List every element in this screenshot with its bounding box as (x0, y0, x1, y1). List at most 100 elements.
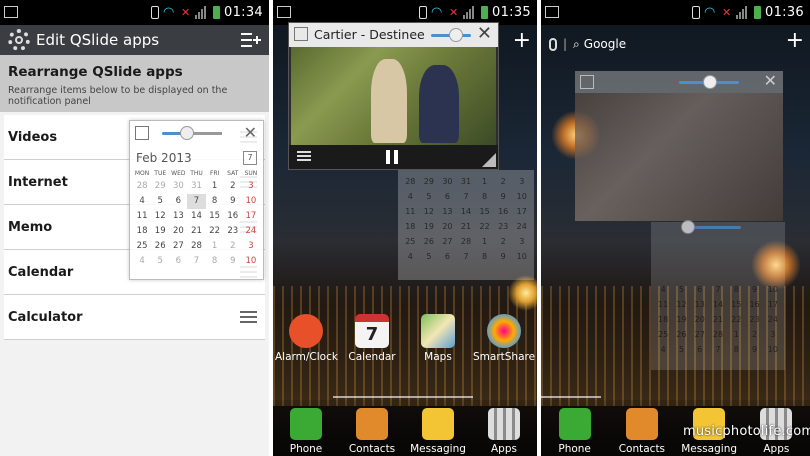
calendar-day[interactable]: 9 (494, 189, 513, 204)
calendar-day[interactable]: 15 (206, 209, 224, 224)
qslide-video-window-transparent[interactable]: ✕ (575, 71, 783, 221)
calendar-day[interactable]: 6 (169, 254, 187, 269)
calendar-day[interactable]: 6 (691, 282, 709, 297)
calendar-day[interactable]: 9 (745, 342, 763, 357)
calendar-day[interactable]: 27 (169, 239, 187, 254)
calendar-day[interactable]: 13 (169, 209, 187, 224)
calendar-day[interactable]: 7 (709, 342, 727, 357)
calendar-day[interactable]: 29 (420, 174, 439, 189)
calendar-day[interactable]: 9 (745, 282, 763, 297)
calendar-day[interactable]: 22 (727, 312, 745, 327)
calendar-day[interactable]: 8 (727, 342, 745, 357)
drag-handle-icon[interactable] (240, 311, 257, 323)
calendar-day[interactable]: 1 (475, 174, 494, 189)
calendar-day[interactable]: 7 (709, 282, 727, 297)
calendar-day[interactable]: 24 (242, 224, 260, 239)
slider-knob[interactable] (449, 28, 463, 42)
calendar-day[interactable]: 1 (206, 239, 224, 254)
app-maps[interactable]: Maps (407, 314, 469, 363)
calendar-day[interactable]: 21 (709, 312, 727, 327)
calendar-day[interactable]: 6 (691, 342, 709, 357)
calendar-day[interactable]: 15 (727, 297, 745, 312)
calendar-day[interactable]: 10 (512, 189, 531, 204)
settings-gear-icon[interactable] (8, 29, 30, 51)
calendar-day[interactable]: 16 (745, 297, 763, 312)
calendar-day[interactable]: 21 (187, 224, 205, 239)
calendar-day[interactable]: 28 (401, 174, 420, 189)
calendar-day[interactable]: 22 (475, 219, 494, 234)
calendar-day[interactable]: 1 (475, 234, 494, 249)
calendar-day[interactable]: 2 (224, 239, 242, 254)
calendar-day[interactable]: 14 (187, 209, 205, 224)
calendar-day[interactable]: 19 (672, 312, 690, 327)
calendar-day[interactable]: 13 (438, 204, 457, 219)
close-icon[interactable]: ✕ (764, 73, 777, 89)
slider-knob[interactable] (681, 220, 695, 234)
add-icon[interactable]: + (513, 30, 531, 52)
qslide-titlebar[interactable]: ✕ (130, 121, 263, 147)
calendar-day[interactable]: 20 (438, 219, 457, 234)
calendar-day[interactable]: 7 (187, 194, 206, 209)
calendar-day[interactable]: 10 (764, 282, 782, 297)
calendar-day[interactable]: 5 (151, 254, 169, 269)
calendar-day[interactable]: 27 (691, 327, 709, 342)
calendar-day[interactable]: 19 (420, 219, 439, 234)
calendar-day[interactable]: 29 (151, 179, 169, 194)
close-icon[interactable]: ✕ (244, 125, 257, 141)
calendar-day[interactable]: 1 (727, 327, 745, 342)
calendar-day[interactable]: 18 (401, 219, 420, 234)
qslide-video-window[interactable]: Cartier - Destinee ✕ (288, 22, 499, 170)
calendar-day[interactable]: 17 (242, 209, 260, 224)
qslide-titlebar[interactable]: Cartier - Destinee ✕ (289, 23, 498, 47)
opacity-slider[interactable] (681, 220, 741, 234)
dock-messaging[interactable]: Messaging (407, 408, 469, 455)
calendar-day[interactable]: 7 (187, 254, 205, 269)
calendar-day[interactable]: 10 (512, 249, 531, 264)
calendar-day[interactable]: 20 (691, 312, 709, 327)
calendar-day[interactable]: 19 (151, 224, 169, 239)
opacity-slider[interactable] (679, 75, 739, 89)
calendar-day[interactable]: 12 (420, 204, 439, 219)
dock-contacts[interactable]: Contacts (611, 408, 673, 455)
calendar-day[interactable]: 13 (691, 297, 709, 312)
calendar-day[interactable]: 2 (494, 234, 513, 249)
calendar-day[interactable]: 9 (494, 249, 513, 264)
opacity-slider[interactable] (431, 28, 471, 42)
calendar-day[interactable]: 3 (764, 327, 782, 342)
calendar-day[interactable]: 9 (224, 254, 242, 269)
calendar-day[interactable]: 10 (764, 342, 782, 357)
calendar-day[interactable]: 12 (151, 209, 169, 224)
playlist-icon[interactable] (297, 151, 311, 162)
calendar-day[interactable]: 8 (475, 249, 494, 264)
calendar-day[interactable]: 24 (512, 219, 531, 234)
calendar-day[interactable]: 4 (401, 249, 420, 264)
calendar-day[interactable]: 17 (512, 204, 531, 219)
slider-knob[interactable] (180, 126, 194, 140)
calendar-day[interactable]: 18 (133, 224, 151, 239)
calendar-day[interactable]: 11 (401, 204, 420, 219)
calendar-day[interactable]: 31 (187, 179, 205, 194)
calendar-day[interactable]: 6 (438, 249, 457, 264)
calendar-day[interactable]: 26 (151, 239, 169, 254)
calendar-day[interactable]: 4 (654, 342, 672, 357)
qslide-titlebar[interactable]: ✕ (575, 71, 783, 93)
calendar-day[interactable]: 1 (206, 179, 224, 194)
calendar-day[interactable]: 28 (133, 179, 151, 194)
calendar-day[interactable]: 4 (654, 282, 672, 297)
calendar-day[interactable]: 23 (224, 224, 242, 239)
calendar-day[interactable]: 5 (420, 189, 439, 204)
calendar-day[interactable]: 6 (438, 189, 457, 204)
calendar-day[interactable]: 5 (672, 342, 690, 357)
slider-knob[interactable] (703, 75, 717, 89)
app-alarm-clock[interactable]: Alarm/Clock (275, 314, 338, 363)
expand-icon[interactable] (580, 75, 594, 89)
qslide-calendar-transparent[interactable]: 4 5 6 7 8 9 10 11 12 13 14 15 16 17 18 19 20 21 22 23 24 25 26… (651, 220, 785, 370)
calendar-day[interactable]: 5 (420, 249, 439, 264)
calendar-day[interactable]: 5 (672, 282, 690, 297)
close-icon[interactable]: ✕ (477, 25, 492, 43)
calendar-day[interactable]: 25 (133, 239, 151, 254)
app-calendar[interactable]: 7 Calendar (341, 314, 403, 363)
calendar-day[interactable]: 3 (242, 179, 260, 194)
qslide-calendar-window[interactable]: ✕ Feb 2013 7 MON TUE WED THU FRI SAT SUN 28 29 30… (129, 120, 264, 280)
dock-phone[interactable]: Phone (275, 408, 337, 455)
